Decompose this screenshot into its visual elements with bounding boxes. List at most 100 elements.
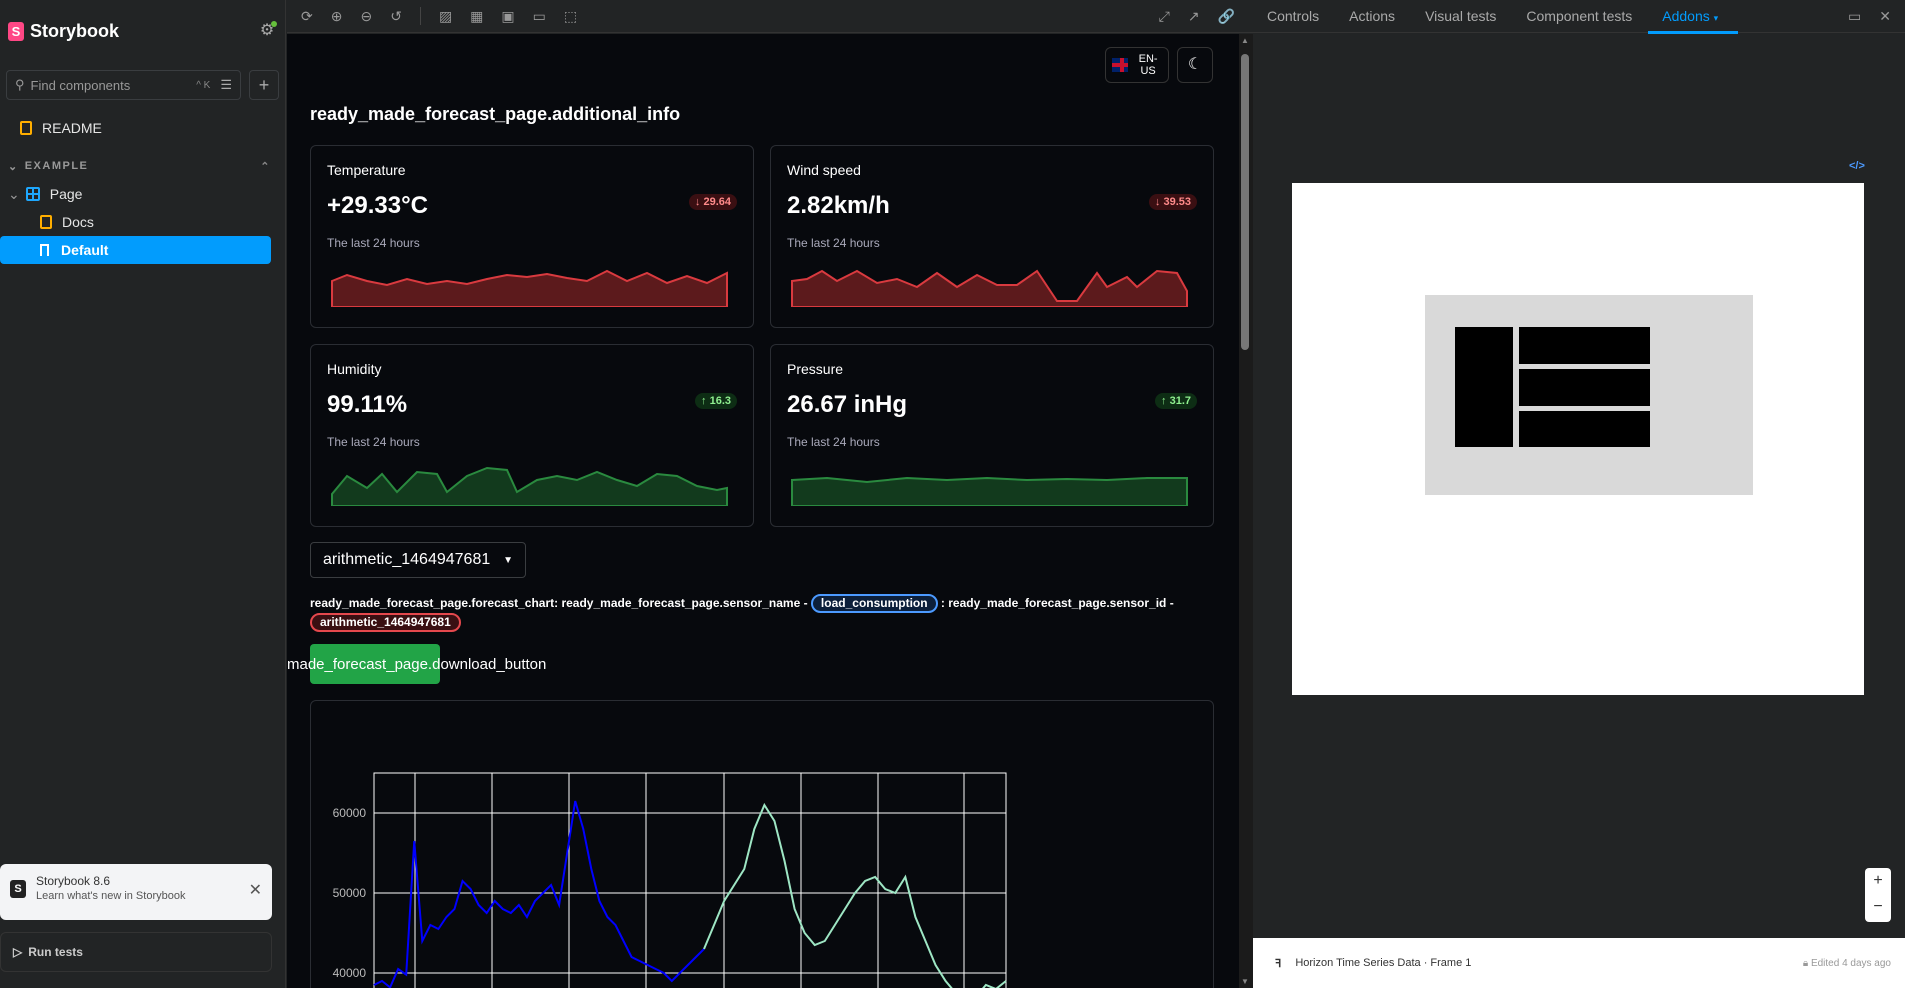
- series-forecast-line: [703, 802, 1007, 988]
- layout-block: [1455, 327, 1513, 447]
- close-icon[interactable]: ✕: [249, 880, 262, 910]
- measure-icon[interactable]: ▭: [533, 8, 546, 25]
- collapse-all-icon[interactable]: ⌃: [260, 160, 271, 173]
- sidebar: S Storybook ⚙ ⚲ Find components ^ K ☰ + …: [0, 0, 286, 988]
- y-tick-label: 40000: [333, 966, 367, 980]
- zoom-in-icon[interactable]: ⊕: [331, 8, 343, 25]
- sensor-select[interactable]: arithmetic_1464947681 ▼: [310, 542, 526, 578]
- filter-icon[interactable]: ☰: [220, 77, 232, 93]
- metric-value: 26.67 inHg: [787, 391, 908, 418]
- grid-icon[interactable]: ▦: [470, 8, 483, 25]
- edited-text: Edited 4 days ago: [1810, 957, 1891, 969]
- tab-controls[interactable]: Controls: [1267, 8, 1319, 24]
- close-icon[interactable]: ✕: [1879, 8, 1891, 25]
- preview-canvas: EN-US ☾ ready_made_forecast_page.additio…: [287, 34, 1239, 988]
- figma-frame-preview: [1292, 183, 1864, 695]
- chevron-down-icon: ⌄: [8, 185, 20, 202]
- tab-addons[interactable]: Addons ▾: [1648, 8, 1739, 34]
- scroll-up-icon[interactable]: ▲: [1241, 36, 1249, 45]
- metric-name: Humidity: [327, 361, 382, 377]
- chevron-down-icon: ⌄: [8, 160, 19, 173]
- plot-frame: [373, 772, 1007, 988]
- zoom-out-icon[interactable]: ⊖: [360, 8, 372, 25]
- trend-badge: ↑ 31.7: [1155, 393, 1197, 409]
- zoom-in-button[interactable]: +: [1865, 868, 1891, 894]
- sidebar-header: S Storybook ⚙: [0, 0, 285, 62]
- metric-subtitle: The last 24 hours: [327, 236, 420, 250]
- caret-down-icon: ▼: [503, 554, 513, 566]
- metric-name: Pressure: [787, 361, 844, 377]
- search-placeholder: Find components: [30, 77, 131, 93]
- search-icon: ⚲: [15, 77, 25, 92]
- sidebar-item-label: Page: [49, 186, 83, 202]
- layout-block: [1519, 411, 1650, 447]
- story-icon: [40, 244, 49, 256]
- metric-card-temperature: Temperature +29.33°C The last 24 hours ↓…: [310, 145, 754, 328]
- scroll-thumb[interactable]: [1241, 54, 1249, 350]
- metric-name: Wind speed: [787, 162, 861, 178]
- panel-layout-icon[interactable]: ▭: [1848, 8, 1861, 25]
- tab-actions[interactable]: Actions: [1349, 8, 1395, 24]
- play-icon: ▷: [13, 945, 23, 959]
- run-tests-button[interactable]: ▷ Run tests: [0, 932, 272, 972]
- forecast-chart: 40000 50000 60000: [333, 772, 1007, 988]
- figma-footer: ꟻ Horizon Time Series Data · Frame 1 🔒︎ …: [1253, 938, 1905, 988]
- component-icon: [25, 187, 40, 201]
- add-component-button[interactable]: +: [249, 70, 279, 100]
- whats-new-notification[interactable]: S Storybook 8.6 Learn what's new in Stor…: [0, 864, 272, 920]
- sidebar-item-label: Default: [61, 242, 109, 258]
- sidebar-item-docs[interactable]: Docs: [0, 208, 285, 236]
- storybook-logo-icon: S: [8, 21, 24, 41]
- y-tick-label: 60000: [333, 806, 367, 820]
- metric-card-wind-speed: Wind speed 2.82km/h The last 24 hours ↓ …: [770, 145, 1214, 328]
- layout-block: [1519, 327, 1650, 364]
- panel-tabs: Controls Actions Visual tests Component …: [1253, 0, 1905, 34]
- run-tests-label: Run tests: [28, 945, 83, 959]
- scroll-down-icon[interactable]: ▼: [1241, 977, 1249, 986]
- sidebar-item-default[interactable]: Default: [0, 236, 271, 264]
- search-input[interactable]: ⚲ Find components ^ K ☰: [6, 70, 241, 100]
- tab-visual-tests[interactable]: Visual tests: [1425, 8, 1496, 24]
- sensor-select-value: arithmetic_1464947681: [323, 551, 491, 568]
- sparkline: [331, 466, 728, 506]
- trend-badge: ↑ 16.3: [695, 393, 737, 409]
- page-title: ready_made_forecast_page.additional_info: [310, 104, 681, 124]
- metric-subtitle: The last 24 hours: [787, 236, 880, 250]
- theme-toggle[interactable]: ☾: [1177, 47, 1213, 83]
- sparkline: [331, 269, 728, 307]
- code-icon[interactable]: </>: [1849, 160, 1865, 172]
- storybook-logo-icon: S: [10, 880, 26, 898]
- sidebar-item-page[interactable]: ⌄ Page: [0, 180, 285, 208]
- reload-icon[interactable]: ⟳: [301, 8, 313, 25]
- lock-icon: 🔒︎: [1802, 957, 1809, 969]
- trend-badge: ↓ 29.64: [688, 194, 737, 210]
- outline-icon[interactable]: ⬚: [564, 8, 577, 25]
- viewport-icon[interactable]: ▣: [501, 8, 514, 25]
- sidebar-group-example[interactable]: ⌄ EXAMPLE ⌃: [0, 152, 285, 180]
- language-switcher[interactable]: EN-US: [1105, 47, 1169, 83]
- notification-subtitle: Learn what's new in Storybook: [36, 890, 186, 902]
- app-title: Storybook: [30, 20, 120, 41]
- open-new-tab-icon[interactable]: ↗: [1188, 8, 1200, 25]
- document-icon: [40, 215, 52, 229]
- settings-icon[interactable]: ⚙: [257, 21, 277, 41]
- notification-title: Storybook 8.6: [36, 874, 111, 888]
- sparkline: [791, 269, 1188, 307]
- sparkline: [791, 476, 1188, 506]
- metric-value: 99.11%: [327, 391, 408, 418]
- document-icon: [20, 121, 32, 135]
- figma-icon: ꟻ: [1275, 957, 1282, 970]
- zoom-reset-icon[interactable]: ↺: [390, 8, 402, 25]
- tab-component-tests[interactable]: Component tests: [1526, 8, 1632, 24]
- sidebar-item-label: README: [42, 120, 102, 136]
- fullscreen-icon[interactable]: ⤢: [1159, 8, 1170, 25]
- layout-block: [1519, 369, 1650, 406]
- search-shortcut: ^ K: [196, 79, 211, 91]
- background-icon[interactable]: ▨: [439, 8, 452, 25]
- sidebar-item-readme[interactable]: README: [0, 114, 285, 142]
- canvas-scrollbar[interactable]: ▲ ▼: [1239, 34, 1253, 988]
- preview-toolbar: ⟳ ⊕ ⊖ ↺ ▨ ▦ ▣ ▭ ⬚ ⤢ ↗ 🔗: [287, 0, 1253, 33]
- chevron-down-icon: ▾: [1713, 13, 1719, 23]
- copy-link-icon[interactable]: 🔗: [1218, 8, 1235, 25]
- zoom-out-button[interactable]: −: [1865, 894, 1891, 920]
